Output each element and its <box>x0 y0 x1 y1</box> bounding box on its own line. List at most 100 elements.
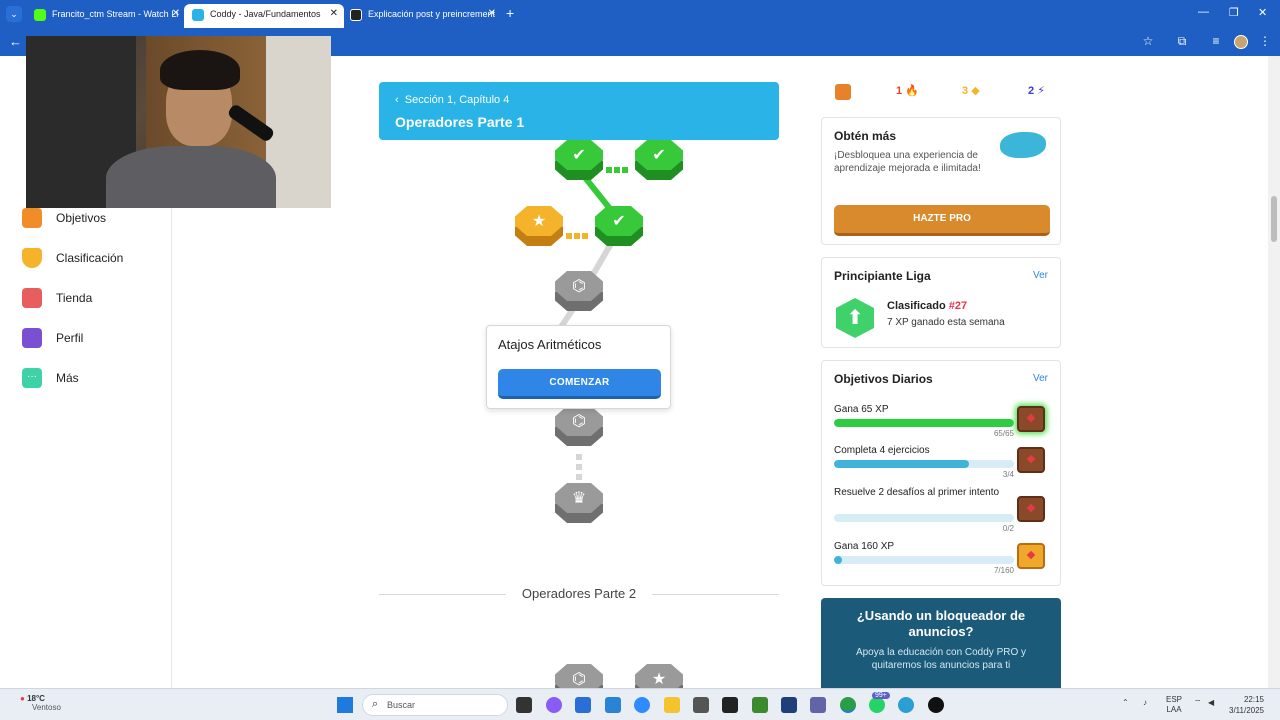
chrome-icon[interactable] <box>840 697 856 713</box>
vscode-icon[interactable] <box>605 697 621 713</box>
new-tab-button[interactable]: + <box>506 5 514 21</box>
trophy-icon <box>22 248 42 268</box>
lesson-node-completed[interactable]: ✔ <box>595 206 643 250</box>
browser-tab[interactable]: Francito_ctm Stream - Watch Li ✕ <box>26 4 186 26</box>
lesson-node-locked[interactable]: ⌬ <box>555 271 603 315</box>
restore-icon[interactable]: ❐ <box>1229 6 1239 19</box>
streak-count[interactable]: 1 🔥 <box>896 84 919 97</box>
sidebar-item-label: Tienda <box>56 291 93 305</box>
back-arrow-icon[interactable]: ← <box>9 34 22 49</box>
tab-search-icon[interactable]: ⌄ <box>6 6 22 22</box>
go-pro-button[interactable]: HAZTE PRO <box>834 205 1050 236</box>
system-clock[interactable]: 22:15 3/11/2025 <box>1224 694 1264 716</box>
app-icon[interactable] <box>722 697 738 713</box>
tab-label: Coddy - Java/Fundamentos <box>210 9 321 19</box>
goal-progress-fill <box>834 460 969 468</box>
intellij-icon[interactable] <box>781 697 797 713</box>
brain-icon: ⌬ <box>572 278 586 295</box>
java-course-icon[interactable] <box>835 84 851 100</box>
zoom-icon[interactable] <box>634 697 650 713</box>
tray-chevron-icon[interactable]: ⌃ <box>1122 698 1129 707</box>
clock-time: 22:15 <box>1243 695 1264 704</box>
profile-icon <box>22 328 42 348</box>
taskbar-search[interactable]: ⌕ Buscar <box>362 694 508 716</box>
page-scrollbar[interactable] <box>1268 56 1280 688</box>
calculator-icon[interactable] <box>575 697 591 713</box>
volume-icon[interactable]: ◀ <box>1208 698 1214 707</box>
goal-count: 7/160 <box>993 566 1014 575</box>
extensions-icon[interactable]: ⧉ <box>1175 34 1189 48</box>
mascot-icon <box>1000 132 1046 158</box>
scrollbar-thumb[interactable] <box>1271 196 1277 242</box>
menu-dots-icon[interactable]: ⋮ <box>1258 34 1272 48</box>
file-explorer-icon[interactable] <box>664 697 680 713</box>
energy-count[interactable]: 2 ⚡ <box>1028 84 1045 97</box>
weather-description: Ventoso <box>32 703 61 712</box>
sidebar-item-label: Clasificación <box>56 251 124 265</box>
media-controls-icon[interactable]: ≡ <box>1209 34 1223 48</box>
teams-icon[interactable] <box>810 697 826 713</box>
star-icon: ★ <box>651 671 667 688</box>
close-tab-icon[interactable]: ✕ <box>172 8 180 19</box>
goal-progress-fill <box>834 556 842 564</box>
next-section-title: Operadores Parte 2 <box>506 586 652 601</box>
input-language[interactable]: ESP LAA <box>1166 695 1182 715</box>
adblock-title: ¿Usando un bloqueador de anuncios? <box>856 608 1026 639</box>
coddy-favicon-icon <box>192 9 204 21</box>
profile-avatar[interactable] <box>1234 35 1248 49</box>
bookmark-star-icon[interactable]: ☆ <box>1141 34 1155 48</box>
app-icon[interactable] <box>928 697 944 713</box>
edge-icon[interactable] <box>898 697 914 713</box>
app-icon[interactable] <box>693 697 709 713</box>
daily-goals-view-link[interactable]: Ver <box>1033 373 1048 384</box>
section-header[interactable]: ‹ Sección 1, Capítulo 4 Operadores Parte… <box>379 82 779 140</box>
lesson-node-completed[interactable]: ✔ <box>555 140 603 184</box>
task-view-icon[interactable] <box>516 697 532 713</box>
sidebar-item-label: Más <box>56 371 79 385</box>
connector-dots <box>606 160 630 173</box>
sidebar-item-label: Perfil <box>56 331 84 345</box>
rank-number: #27 <box>948 300 968 312</box>
sidebar-item-clasificacion[interactable]: Clasificación <box>22 246 162 270</box>
breadcrumb[interactable]: ‹ Sección 1, Capítulo 4 <box>395 94 509 106</box>
lesson-node-locked[interactable]: ⌬ <box>555 406 603 450</box>
microphone-tray-icon[interactable]: ♪ <box>1143 698 1147 707</box>
lesson-node-completed[interactable]: ✔ <box>635 140 683 184</box>
sidebar-item-tienda[interactable]: Tienda <box>22 286 162 310</box>
streak-value: 1 <box>896 85 903 97</box>
start-lesson-button[interactable]: COMENZAR <box>498 369 661 399</box>
whatsapp-icon[interactable] <box>869 697 885 713</box>
stats-bar: 1 🔥 3 ◆ 2 ⚡ <box>833 84 1063 102</box>
goal-progress-fill <box>834 419 1014 427</box>
reward-chest-icon[interactable] <box>1017 543 1045 569</box>
challenge-node-gold[interactable]: ★ <box>515 206 563 250</box>
sidebar-item-objetivos[interactable]: Objetivos <box>22 206 162 230</box>
more-icon: ··· <box>22 368 42 388</box>
league-view-link[interactable]: Ver <box>1033 270 1048 281</box>
gems-count[interactable]: 3 ◆ <box>962 84 980 97</box>
weather-icon: ● <box>20 694 25 703</box>
gems-value: 3 <box>962 85 969 97</box>
sidebar-item-mas[interactable]: ··· Más <box>22 366 162 390</box>
pro-card: Obtén más ¡Desbloquea una experiencia de… <box>821 117 1061 245</box>
windows-start-icon[interactable] <box>337 697 353 713</box>
browser-tab-active[interactable]: Coddy - Java/Fundamentos ✕ <box>184 4 344 28</box>
goal-item: Resuelve 2 desafíos al primer intento 0/… <box>834 486 1049 533</box>
sidebar-item-perfil[interactable]: Perfil <box>22 326 162 350</box>
close-window-icon[interactable]: ✕ <box>1258 6 1267 19</box>
goal-progress-track <box>834 419 1014 427</box>
weather-widget[interactable]: ● 18°C Ventoso <box>20 694 61 712</box>
wifi-icon[interactable]: ⌔ <box>1194 698 1202 708</box>
reward-chest-icon[interactable] <box>1017 496 1045 522</box>
trophy-node-locked[interactable]: ♛ <box>555 483 603 527</box>
checkmark-icon: ✔ <box>612 213 626 230</box>
close-tab-icon[interactable]: ✕ <box>488 8 496 19</box>
reward-chest-icon[interactable] <box>1017 447 1045 473</box>
browser-tab[interactable]: Explicación post y preincrement ✕ <box>342 4 502 26</box>
minimize-icon[interactable]: — <box>1198 6 1209 18</box>
reward-chest-icon[interactable] <box>1017 406 1045 432</box>
minecraft-icon[interactable] <box>752 697 768 713</box>
close-tab-icon[interactable]: ✕ <box>330 8 338 19</box>
copilot-icon[interactable] <box>546 697 562 713</box>
daily-goals-title: Objetivos Diarios <box>834 372 933 386</box>
